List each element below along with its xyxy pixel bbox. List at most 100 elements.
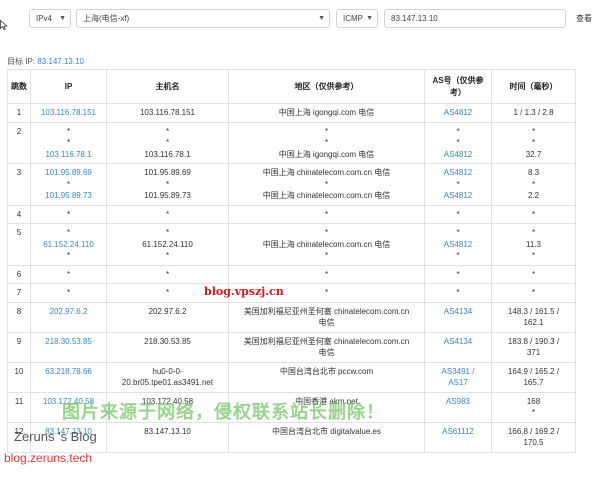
cell-time: 166.8 / 169.2 / 170.5 <box>491 421 576 453</box>
cell-asn-line[interactable]: AS4134 <box>427 306 489 318</box>
ip-version-value: IPv4 <box>36 14 53 23</box>
cell-region: * <box>228 264 425 284</box>
cell-asn-line[interactable]: AS983 <box>427 396 489 408</box>
cell-asn: * <box>424 204 492 224</box>
cell-hostname-line: hu0-0-0- <box>152 366 183 376</box>
mouse-cursor-icon <box>0 20 8 30</box>
cell-ip: 218.30.53.85 <box>30 331 107 363</box>
cell-ip-line[interactable]: 103.116.78.1 <box>33 149 104 161</box>
cell-time: 183.8 / 190.3 / 371 <box>491 331 576 363</box>
watermark-copyright-notice: 图片来源于网络，侵权联系站长删除！ <box>62 402 385 422</box>
cell-time: * * 32.7 <box>491 121 576 164</box>
cell-time-line: 183.8 / 190.3 / <box>507 336 560 346</box>
cell-region-line: 中国上海 chinatelecom.com.cn 电信 <box>262 168 391 177</box>
cell-ip-line[interactable]: 63.218.78.66 <box>33 366 104 378</box>
cell-asn-line[interactable]: AS3491 / <box>427 366 489 378</box>
cell-hostname-line: * <box>165 126 170 136</box>
cell-time-line: 148.3 / 161.5 / <box>507 306 560 316</box>
table-row: 5 * 61.152.24.110 * * 61.152.24.110 * * 中国上海 chi… <box>7 223 576 266</box>
cell-region: 中国台湾台北市 digitalvalue.es <box>228 421 425 453</box>
cell-time-line: 162.1 <box>523 318 544 327</box>
cell-asn-line[interactable]: AS4812 <box>427 149 489 161</box>
cell-ip-line[interactable]: 61.152.24.110 <box>33 239 104 251</box>
cell-time: * <box>491 204 576 224</box>
cell-asn-line[interactable]: AS4812 <box>427 190 489 202</box>
cell-region-line: 电信 <box>318 348 335 357</box>
cell-asn-line: * <box>456 209 460 219</box>
cell-hostname-line: * <box>165 138 170 147</box>
cell-ip-line[interactable]: 218.30.53.85 <box>33 336 104 348</box>
cell-asn-line[interactable]: AS61112 <box>427 426 489 438</box>
chevron-down-icon: ▼ <box>366 15 373 22</box>
cell-time: * <box>491 264 576 284</box>
cell-ip: 103.116.78.151 <box>30 103 107 123</box>
table-row: 6 * * * * * <box>7 264 576 284</box>
cell-region-line: * <box>324 179 329 189</box>
cell-hop: 6 <box>7 264 31 284</box>
target-ip-label: 目标 IP: <box>7 57 36 66</box>
cell-asn: AS3491 /AS17 <box>424 361 492 393</box>
cell-hostname-line: 103.116.78.151 <box>139 108 195 117</box>
cell-region-line: 中国上海 chinatelecom.com.cn 电信 <box>262 191 391 200</box>
cell-asn-line: * <box>456 138 460 147</box>
cell-time-line: * <box>531 138 536 147</box>
cell-asn-line: * <box>456 228 460 237</box>
cell-time: * 11.3 * <box>491 223 576 266</box>
cell-hop: 7 <box>7 283 31 303</box>
header-hostname: 主机名 <box>106 69 229 104</box>
watermark-blog-url: blog.vpszj.cn <box>204 285 284 298</box>
cell-hostname: 101.95.89.69 * 101.95.89.73 <box>106 163 229 206</box>
location-select[interactable]: 上海(电信-xf) ▼ <box>76 9 330 28</box>
cell-region-line: * <box>324 228 329 237</box>
cell-ip-line: * <box>66 228 71 237</box>
cell-hostname: * * 103.116.78.1 <box>106 121 229 164</box>
cell-asn-line[interactable]: AS4134 <box>427 336 489 348</box>
cell-ip-line[interactable]: 101.95.89.69 <box>33 167 104 179</box>
cell-ip: * <box>30 264 107 284</box>
cell-ip-line: * <box>66 251 71 260</box>
cell-ip-line[interactable]: 103.116.78.151 <box>33 107 104 119</box>
cell-hop: 3 <box>7 163 31 206</box>
table-row: 7 * * * * * <box>7 283 576 303</box>
cell-ip-line[interactable]: 202.97.6.2 <box>33 306 104 318</box>
toolbar: IPv4 ▼ 上海(电信-xf) ▼ ICMP ▼ 查看 <box>0 6 600 30</box>
cell-ip-line[interactable]: 101.95.89.73 <box>33 190 104 202</box>
cell-ip: * * 103.116.78.1 <box>30 121 107 164</box>
ip-version-select[interactable]: IPv4 ▼ <box>29 9 71 28</box>
cell-asn: AS4812 * AS4812 <box>424 163 492 206</box>
cell-hostname-line: 20.br05.tpe01.as3491.net <box>121 378 214 387</box>
cell-ip: * 61.152.24.110 * <box>30 223 107 266</box>
query-button[interactable]: 查看 <box>570 9 598 28</box>
cell-hostname-line: 61.152.24.110 <box>142 239 193 249</box>
cell-region-line: 中国上海 chinatelecom.com.cn 电信 <box>262 239 391 249</box>
watermark-zerun-url: blog.zeruns.tech <box>4 451 93 465</box>
cell-hop: 9 <box>7 331 31 363</box>
cell-ip-line: * <box>66 209 71 219</box>
cell-asn-line[interactable]: AS4812 <box>427 107 489 119</box>
cell-region: * <box>228 204 425 224</box>
target-input[interactable] <box>384 9 566 28</box>
cell-time: 148.3 / 161.5 / 162.1 <box>491 301 576 333</box>
table-row: 3 101.95.89.69 * 101.95.89.73 101.95.89.69 * 1… <box>7 163 576 206</box>
cell-time-line: * <box>531 126 536 136</box>
chevron-down-icon: ▼ <box>318 15 325 22</box>
table-row: 8 202.97.6.2 202.97.6.2 美国加利福尼亚州圣何塞 chinate… <box>7 301 576 333</box>
cell-hop: 5 <box>7 223 31 266</box>
cell-ip: 101.95.89.69 * 101.95.89.73 <box>30 163 107 206</box>
cell-asn-line[interactable]: AS4812 <box>427 239 489 251</box>
cell-hop: 4 <box>7 204 31 224</box>
cell-ip-line: * <box>66 179 71 189</box>
cell-time-line: 164.9 / 165.2 / <box>507 366 560 376</box>
protocol-select[interactable]: ICMP ▼ <box>336 9 378 28</box>
cell-hostname: * <box>106 204 229 224</box>
cell-ip-line: * <box>66 288 71 297</box>
chevron-down-icon: ▼ <box>59 15 66 22</box>
cell-asn-line[interactable]: AS4812 <box>427 167 489 179</box>
cell-asn: AS983 <box>424 391 492 423</box>
header-ip: IP <box>30 69 107 104</box>
cell-time-line: 371 <box>526 348 541 357</box>
cell-asn-line[interactable]: AS17 <box>427 377 489 389</box>
cell-ip-line: * <box>66 126 71 136</box>
cell-hostname-line: 218.30.53.85 <box>144 336 191 346</box>
cell-region: 美国加利福尼亚州圣何塞 chinatelecom.com.cn 电信 <box>228 301 425 333</box>
